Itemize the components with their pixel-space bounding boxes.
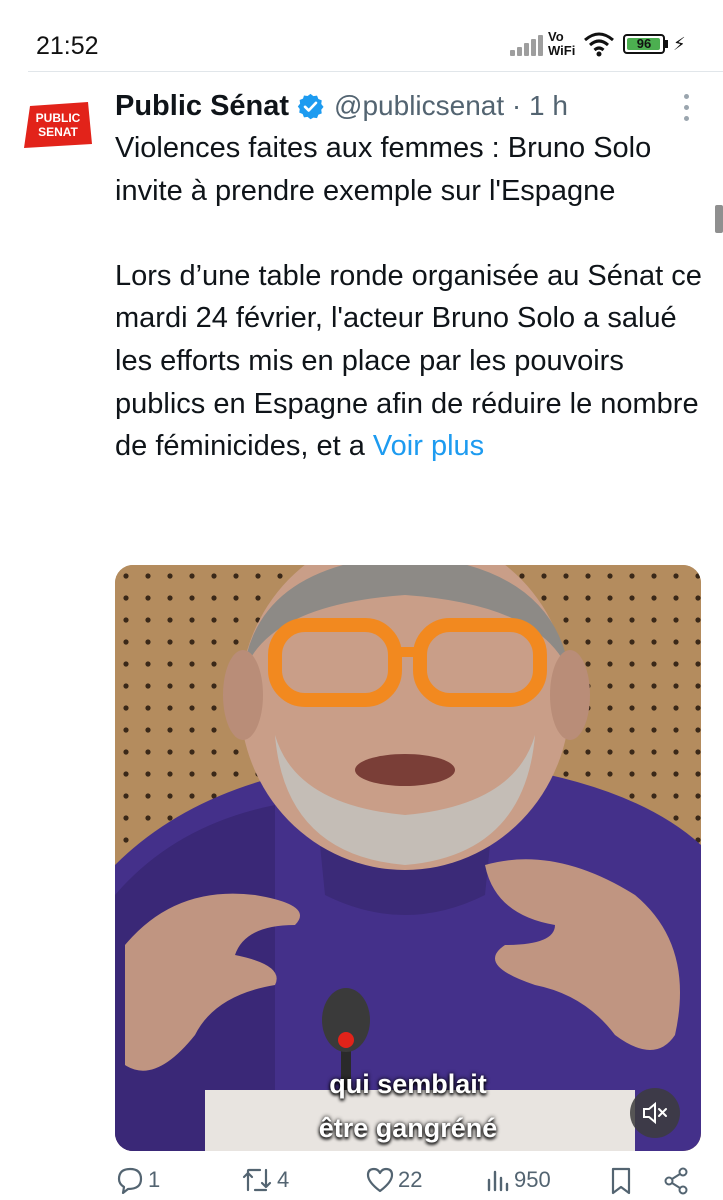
caption-line-1: qui semblait — [329, 1069, 487, 1099]
wifi-icon — [584, 32, 614, 57]
battery-icon: 96 — [623, 34, 665, 54]
share-icon — [664, 1167, 688, 1195]
mute-button[interactable] — [630, 1088, 680, 1138]
like-count: 22 — [398, 1167, 423, 1192]
bookmark-button[interactable] — [609, 1166, 633, 1196]
verified-badge-icon — [297, 93, 324, 119]
author-name[interactable]: Public Sénat — [115, 90, 289, 123]
tweet-actions: 1 4 22 950 — [115, 1166, 695, 1200]
tweet-body-paragraph: Lors d’une table ronde organisée au Séna… — [115, 255, 705, 468]
svg-text:SENAT: SENAT — [38, 125, 78, 139]
bookmark-icon — [611, 1167, 631, 1195]
retweet-button[interactable]: 4 — [240, 1166, 289, 1194]
divider — [28, 71, 723, 72]
tweet-title-text: Violences faites aux femmes : Bruno Solo… — [115, 132, 652, 207]
svg-text:PUBLIC: PUBLIC — [36, 111, 81, 125]
status-time: 21:52 — [36, 32, 99, 60]
views-button[interactable]: 950 — [485, 1166, 551, 1194]
scrollbar-thumb[interactable] — [715, 205, 723, 233]
reply-count: 1 — [148, 1167, 161, 1192]
caption-line-2: être gangréné — [318, 1113, 498, 1143]
charging-bolt-icon: ⚡ — [673, 34, 686, 54]
handle-and-time[interactable]: @publicsenat · 1 h — [334, 90, 568, 122]
like-button[interactable]: 22 — [365, 1166, 422, 1194]
heart-icon — [366, 1167, 394, 1193]
tweet-header: Public Sénat @publicsenat · 1 h — [115, 86, 568, 126]
views-count: 950 — [514, 1167, 551, 1192]
tweet-text: Violences faites aux femmes : Bruno Solo… — [115, 127, 705, 468]
share-button[interactable] — [663, 1166, 689, 1196]
battery-level: 96 — [636, 36, 652, 51]
reply-icon — [117, 1167, 143, 1194]
retweet-icon — [242, 1168, 272, 1192]
reply-button[interactable]: 1 — [115, 1166, 160, 1194]
avatar[interactable]: PUBLIC SENAT — [22, 100, 94, 160]
video-caption: qui semblait être gangréné — [115, 1062, 701, 1150]
views-icon — [487, 1170, 509, 1192]
video-player[interactable]: qui semblait être gangréné — [115, 565, 701, 1151]
voir-plus-link[interactable]: Voir plus — [373, 430, 484, 462]
retweet-count: 4 — [277, 1167, 290, 1192]
signal-icon — [510, 34, 544, 56]
vowifi-indicator: Vo WiFi — [548, 29, 576, 58]
more-options-icon[interactable] — [676, 94, 696, 128]
volume-muted-icon — [643, 1101, 667, 1125]
status-bar: 21:52 Vo WiFi 96 ⚡ — [0, 0, 723, 72]
